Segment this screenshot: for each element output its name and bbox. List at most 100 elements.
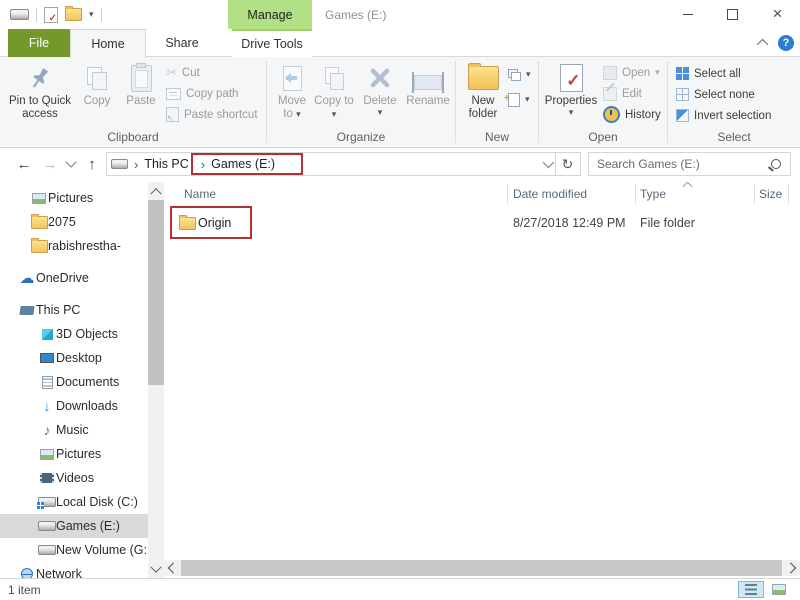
column-header-date-modified[interactable]: Date modified xyxy=(513,182,587,206)
select-none-icon xyxy=(676,88,689,101)
qat-properties-icon[interactable] xyxy=(44,7,58,23)
ribbon-group-new: New folder New xyxy=(456,57,538,147)
sidebar-item-rabishrestha[interactable]: rabishrestha- xyxy=(0,234,164,258)
column-header-size[interactable]: Size xyxy=(759,182,782,206)
group-label-organize: Organize xyxy=(267,130,455,144)
sidebar-item-music[interactable]: Music xyxy=(0,418,164,442)
tab-drive-tools[interactable]: Drive Tools xyxy=(232,29,312,57)
new-item-button[interactable] xyxy=(508,89,531,110)
refresh-button[interactable] xyxy=(555,152,581,176)
paste-button[interactable]: Paste xyxy=(120,61,162,108)
sidebar-item-games-e[interactable]: Games (E:) xyxy=(0,514,164,538)
sidebar-scrollbar[interactable] xyxy=(148,182,164,578)
downloads-icon xyxy=(38,398,56,414)
address-bar[interactable]: This PC Games (E:) xyxy=(106,152,556,176)
tab-home[interactable]: Home xyxy=(70,29,146,58)
sidebar-item-downloads[interactable]: Downloads xyxy=(0,394,164,418)
properties-button[interactable]: Properties xyxy=(543,61,599,117)
sidebar-item-documents[interactable]: Documents xyxy=(0,370,164,394)
folder-icon xyxy=(179,217,196,230)
details-view-button[interactable] xyxy=(738,581,764,598)
search-box[interactable] xyxy=(588,152,791,176)
column-separator[interactable] xyxy=(635,184,636,204)
sidebar-item-pictures-pinned[interactable]: Pictures xyxy=(0,186,164,210)
maximize-button[interactable] xyxy=(710,0,755,29)
invert-selection-button[interactable]: Invert selection xyxy=(676,105,771,126)
file-row-origin[interactable]: Origin 8/27/2018 12:49 PM File folder xyxy=(164,208,794,238)
forward-button[interactable] xyxy=(38,152,62,176)
chevron-down-icon xyxy=(150,561,161,572)
tab-file[interactable]: File xyxy=(8,29,70,57)
sidebar-item-desktop[interactable]: Desktop xyxy=(0,346,164,370)
copy-to-button[interactable]: Copy to xyxy=(314,61,354,121)
scroll-up-button[interactable] xyxy=(148,182,164,199)
select-all-icon xyxy=(676,67,689,80)
group-label-select: Select xyxy=(668,130,800,144)
paste-shortcut-button[interactable]: Paste shortcut xyxy=(166,104,258,125)
new-folder-button[interactable]: New folder xyxy=(460,61,506,121)
column-separator[interactable] xyxy=(788,184,789,204)
column-header-type[interactable]: Type xyxy=(640,182,666,206)
search-icon[interactable] xyxy=(771,159,781,169)
column-separator[interactable] xyxy=(507,184,508,204)
drive-icon xyxy=(38,521,56,531)
delete-button[interactable]: Delete xyxy=(357,61,403,117)
sidebar-item-pictures[interactable]: Pictures xyxy=(0,442,164,466)
history-button[interactable]: History xyxy=(603,104,661,125)
file-name[interactable]: Origin xyxy=(198,216,231,230)
ribbon-tab-row: File Drive Tools Home Share View xyxy=(0,29,800,57)
sidebar-item-this-pc[interactable]: This PC xyxy=(0,298,164,322)
sidebar-item-onedrive[interactable]: OneDrive xyxy=(0,266,164,290)
sidebar-item-2075[interactable]: 2075 xyxy=(0,210,164,234)
minimize-button[interactable] xyxy=(665,0,710,29)
copy-button[interactable]: Copy xyxy=(76,61,118,108)
up-button[interactable] xyxy=(80,152,104,176)
thumbnails-view-button[interactable] xyxy=(766,581,792,598)
select-all-button[interactable]: Select all xyxy=(676,63,771,84)
scrollbar-thumb[interactable] xyxy=(148,200,164,385)
move-to-icon xyxy=(283,66,302,91)
pictures-icon xyxy=(40,449,54,460)
sidebar-item-new-volume-g[interactable]: New Volume (G: xyxy=(0,538,164,562)
breadcrumb-this-pc[interactable]: This PC xyxy=(144,157,188,171)
address-dropdown-icon[interactable] xyxy=(543,157,554,168)
folder-icon xyxy=(31,240,48,253)
edit-icon xyxy=(603,87,617,101)
collapse-ribbon-icon[interactable] xyxy=(757,39,768,50)
qat-new-folder-icon[interactable] xyxy=(65,8,82,21)
this-pc-icon xyxy=(19,306,34,315)
cut-button[interactable]: Cut xyxy=(166,62,258,83)
navigation-pane: Pictures 2075 rabishrestha- OneDrive Thi… xyxy=(0,182,164,578)
scroll-down-button[interactable] xyxy=(148,561,164,578)
column-separator[interactable] xyxy=(754,184,755,204)
sidebar-item-3d-objects[interactable]: 3D Objects xyxy=(0,322,164,346)
breadcrumb-drive-icon xyxy=(111,159,128,169)
tab-share[interactable]: Share xyxy=(146,29,218,57)
breadcrumb-games-e[interactable]: Games (E:) xyxy=(211,157,275,171)
search-input[interactable] xyxy=(595,156,771,172)
open-button[interactable]: Open xyxy=(603,62,661,83)
rename-button[interactable]: Rename xyxy=(403,61,453,108)
horizontal-scrollbar[interactable] xyxy=(164,560,800,576)
sidebar-item-videos[interactable]: Videos xyxy=(0,466,164,490)
column-header-name[interactable]: Name xyxy=(184,182,216,206)
scroll-right-button[interactable] xyxy=(784,560,800,576)
help-icon[interactable] xyxy=(778,35,794,51)
scrollbar-thumb[interactable] xyxy=(181,560,782,576)
select-none-button[interactable]: Select none xyxy=(676,84,771,105)
easy-access-button[interactable] xyxy=(508,64,531,85)
scroll-left-button[interactable] xyxy=(164,560,180,576)
local-disk-icon xyxy=(38,497,56,507)
pin-to-quick-access-button[interactable]: Pin to Quick access xyxy=(8,61,72,121)
qat-customize-caret-icon[interactable] xyxy=(89,10,94,19)
close-button[interactable] xyxy=(755,0,800,29)
sidebar-item-local-disk-c[interactable]: Local Disk (C:) xyxy=(0,490,164,514)
desktop-icon xyxy=(40,353,54,363)
rename-icon xyxy=(414,75,442,90)
copy-path-button[interactable]: Copy path xyxy=(166,83,258,104)
move-to-button[interactable]: Move to xyxy=(272,61,312,121)
edit-button[interactable]: Edit xyxy=(603,83,661,104)
sidebar-item-network[interactable]: Network xyxy=(0,562,164,578)
back-button[interactable] xyxy=(12,152,36,176)
recent-locations-button[interactable] xyxy=(62,152,80,176)
